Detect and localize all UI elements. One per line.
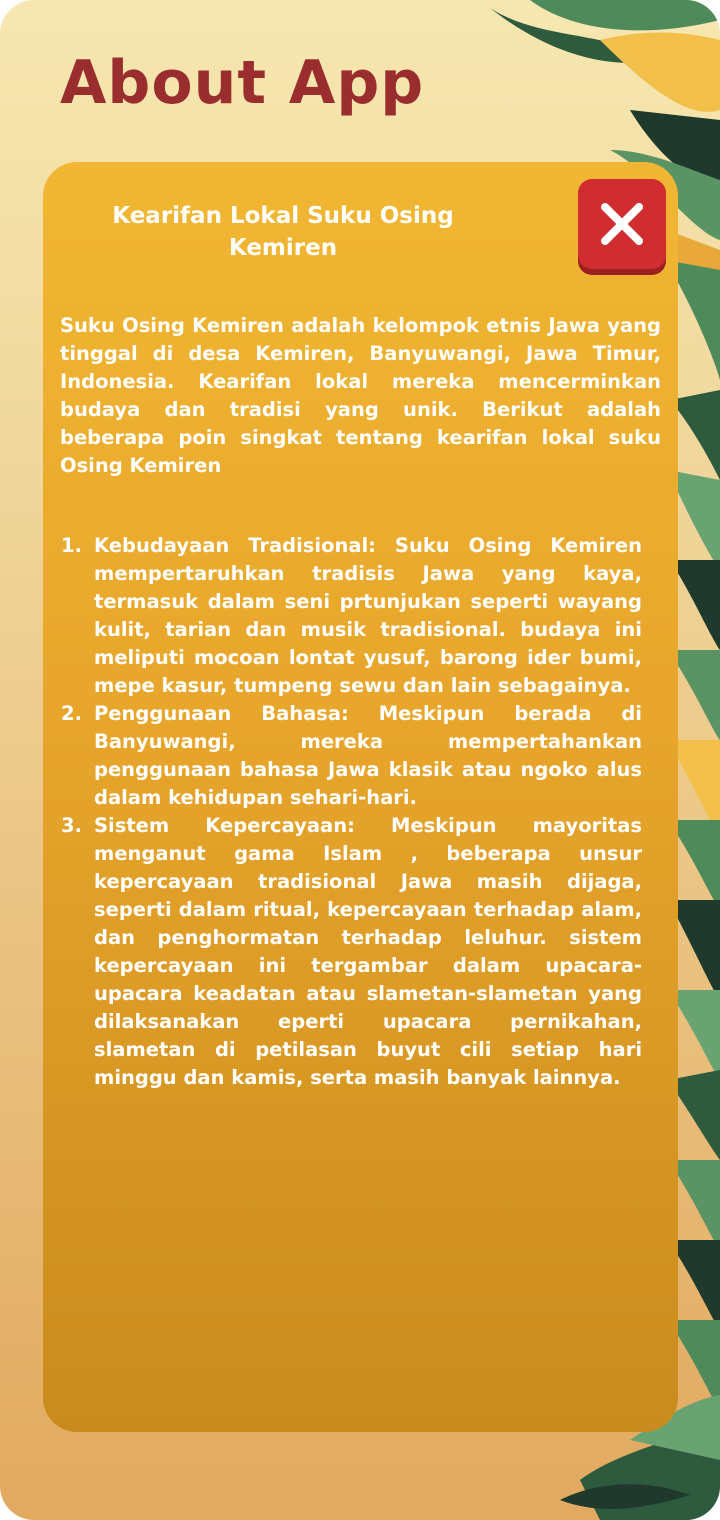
list-item: 1. Kebudayaan Tradisional: Suku Osing Ke… — [61, 532, 642, 700]
list-item: 3. Sistem Kepercayaan: Meskipun mayorita… — [61, 812, 642, 1092]
intro-paragraph: Suku Osing Kemiren adalah kelompok etnis… — [60, 314, 661, 477]
about-screen: About App Kearifan Lokal Suku Osing Kemi… — [0, 0, 720, 1520]
list-item-number: 2. — [61, 702, 82, 725]
close-x-icon — [601, 203, 643, 245]
list-item: 2. Penggunaan Bahasa: Meskipun berada di… — [61, 700, 642, 812]
list-item-text: Kebudayaan Tradisional: Suku Osing Kemir… — [94, 534, 642, 697]
list-item-text: Sistem Kepercayaan: Meskipun mayoritas m… — [94, 814, 642, 1089]
list-item-text: Penggunaan Bahasa: Meskipun berada di Ba… — [94, 702, 642, 809]
points-list: 1. Kebudayaan Tradisional: Suku Osing Ke… — [61, 532, 642, 1092]
list-item-number: 1. — [61, 534, 82, 557]
page-title: About App — [60, 48, 425, 118]
list-item-number: 3. — [61, 814, 82, 837]
about-card: Kearifan Lokal Suku Osing Kemiren Suku O… — [43, 162, 678, 1432]
close-button[interactable] — [578, 179, 666, 269]
card-title: Kearifan Lokal Suku Osing Kemiren — [112, 203, 454, 261]
